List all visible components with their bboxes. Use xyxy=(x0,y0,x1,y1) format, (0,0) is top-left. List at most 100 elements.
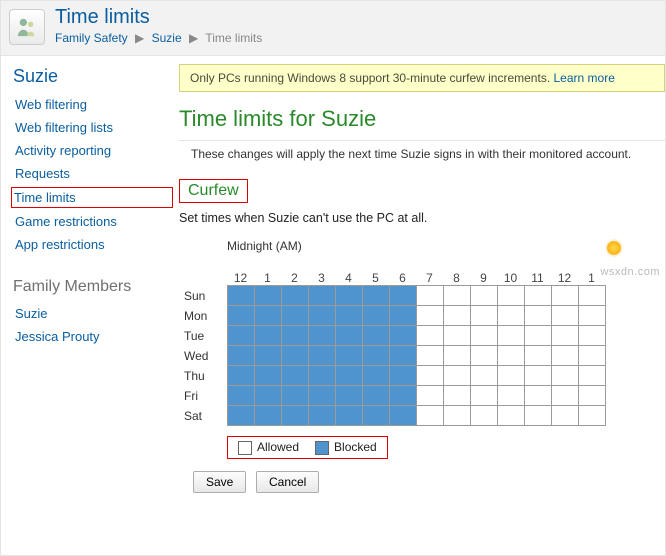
curfew-cell[interactable] xyxy=(416,346,443,366)
curfew-cell[interactable] xyxy=(281,366,308,386)
breadcrumb-user[interactable]: Suzie xyxy=(152,31,182,45)
curfew-cell[interactable] xyxy=(389,306,416,326)
curfew-cell[interactable] xyxy=(497,306,524,326)
curfew-cell[interactable] xyxy=(362,326,389,346)
sidebar-item-time-limits[interactable]: Time limits xyxy=(11,187,173,208)
curfew-cell[interactable] xyxy=(227,306,254,326)
curfew-cell[interactable] xyxy=(524,306,551,326)
curfew-cell[interactable] xyxy=(497,326,524,346)
curfew-cell[interactable] xyxy=(578,406,605,426)
curfew-cell[interactable] xyxy=(335,286,362,306)
curfew-cell[interactable] xyxy=(335,386,362,406)
cancel-button[interactable]: Cancel xyxy=(256,471,319,493)
curfew-cell[interactable] xyxy=(578,326,605,346)
curfew-cell[interactable] xyxy=(443,386,470,406)
curfew-cell[interactable] xyxy=(389,286,416,306)
curfew-cell[interactable] xyxy=(281,286,308,306)
curfew-cell[interactable] xyxy=(524,366,551,386)
sidebar-item-web-filtering-lists[interactable]: Web filtering lists xyxy=(13,116,171,139)
curfew-cell[interactable] xyxy=(524,386,551,406)
curfew-cell[interactable] xyxy=(470,386,497,406)
sidebar-item-game-restrictions[interactable]: Game restrictions xyxy=(13,210,171,233)
curfew-cell[interactable] xyxy=(470,406,497,426)
curfew-cell[interactable] xyxy=(578,366,605,386)
curfew-cell[interactable] xyxy=(389,326,416,346)
curfew-cell[interactable] xyxy=(362,386,389,406)
curfew-cell[interactable] xyxy=(578,346,605,366)
sidebar-item-web-filtering[interactable]: Web filtering xyxy=(13,93,171,116)
curfew-cell[interactable] xyxy=(497,406,524,426)
curfew-cell[interactable] xyxy=(335,326,362,346)
curfew-cell[interactable] xyxy=(389,406,416,426)
curfew-cell[interactable] xyxy=(551,346,578,366)
curfew-cell[interactable] xyxy=(551,366,578,386)
curfew-cell[interactable] xyxy=(524,326,551,346)
curfew-cell[interactable] xyxy=(416,406,443,426)
breadcrumb-root[interactable]: Family Safety xyxy=(55,31,128,45)
curfew-cell[interactable] xyxy=(254,406,281,426)
curfew-cell[interactable] xyxy=(227,346,254,366)
curfew-cell[interactable] xyxy=(578,306,605,326)
curfew-cell[interactable] xyxy=(362,366,389,386)
curfew-cell[interactable] xyxy=(470,306,497,326)
curfew-cell[interactable] xyxy=(254,366,281,386)
curfew-cell[interactable] xyxy=(551,326,578,346)
curfew-cell[interactable] xyxy=(281,386,308,406)
curfew-cell[interactable] xyxy=(281,346,308,366)
curfew-cell[interactable] xyxy=(578,286,605,306)
curfew-cell[interactable] xyxy=(389,346,416,366)
curfew-cell[interactable] xyxy=(308,346,335,366)
curfew-cell[interactable] xyxy=(281,306,308,326)
notice-learn-more-link[interactable]: Learn more xyxy=(554,71,615,85)
curfew-cell[interactable] xyxy=(497,386,524,406)
curfew-cell[interactable] xyxy=(443,366,470,386)
curfew-cell[interactable] xyxy=(254,386,281,406)
curfew-cell[interactable] xyxy=(308,286,335,306)
curfew-cell[interactable] xyxy=(524,346,551,366)
curfew-cell[interactable] xyxy=(443,286,470,306)
curfew-cell[interactable] xyxy=(335,366,362,386)
curfew-cell[interactable] xyxy=(416,366,443,386)
curfew-cell[interactable] xyxy=(362,346,389,366)
curfew-cell[interactable] xyxy=(416,286,443,306)
curfew-cell[interactable] xyxy=(254,346,281,366)
sidebar-member[interactable]: Jessica Prouty xyxy=(13,325,171,348)
curfew-cell[interactable] xyxy=(281,406,308,426)
curfew-cell[interactable] xyxy=(497,286,524,306)
curfew-cell[interactable] xyxy=(308,386,335,406)
sidebar-item-activity-reporting[interactable]: Activity reporting xyxy=(13,139,171,162)
curfew-cell[interactable] xyxy=(362,286,389,306)
curfew-cell[interactable] xyxy=(335,346,362,366)
curfew-cell[interactable] xyxy=(389,366,416,386)
curfew-cell[interactable] xyxy=(470,286,497,306)
curfew-cell[interactable] xyxy=(254,306,281,326)
curfew-cell[interactable] xyxy=(227,386,254,406)
curfew-cell[interactable] xyxy=(443,406,470,426)
curfew-cell[interactable] xyxy=(362,406,389,426)
curfew-cell[interactable] xyxy=(416,386,443,406)
curfew-cell[interactable] xyxy=(227,286,254,306)
save-button[interactable]: Save xyxy=(193,471,246,493)
curfew-cell[interactable] xyxy=(443,346,470,366)
curfew-cell[interactable] xyxy=(578,386,605,406)
curfew-cell[interactable] xyxy=(551,306,578,326)
curfew-cell[interactable] xyxy=(227,326,254,346)
sidebar-item-app-restrictions[interactable]: App restrictions xyxy=(13,233,171,256)
curfew-cell[interactable] xyxy=(308,366,335,386)
curfew-cell[interactable] xyxy=(308,326,335,346)
curfew-cell[interactable] xyxy=(362,306,389,326)
curfew-cell[interactable] xyxy=(227,406,254,426)
curfew-cell[interactable] xyxy=(335,406,362,426)
curfew-cell[interactable] xyxy=(281,326,308,346)
curfew-cell[interactable] xyxy=(443,306,470,326)
curfew-cell[interactable] xyxy=(335,306,362,326)
curfew-cell[interactable] xyxy=(470,366,497,386)
curfew-cell[interactable] xyxy=(389,386,416,406)
curfew-cell[interactable] xyxy=(470,346,497,366)
curfew-cell[interactable] xyxy=(470,326,497,346)
curfew-cell[interactable] xyxy=(308,406,335,426)
curfew-cell[interactable] xyxy=(416,326,443,346)
curfew-cell[interactable] xyxy=(524,406,551,426)
curfew-cell[interactable] xyxy=(443,326,470,346)
curfew-cell[interactable] xyxy=(254,326,281,346)
